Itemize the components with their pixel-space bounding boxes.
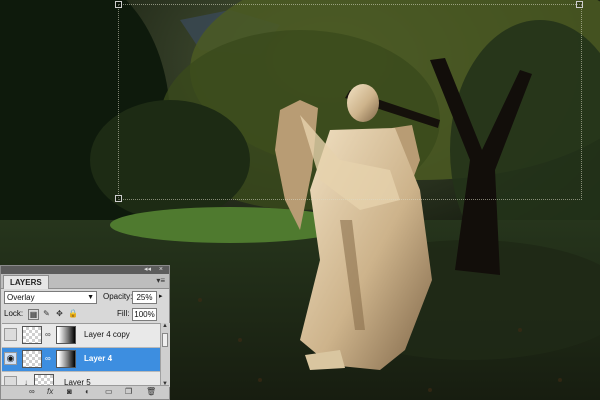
layer-mask-thumbnail[interactable] bbox=[56, 350, 76, 368]
close-icon[interactable]: × bbox=[159, 266, 163, 274]
fill-label: Fill: bbox=[117, 309, 130, 318]
transform-handle[interactable] bbox=[576, 1, 583, 8]
lock-image-pixels-icon[interactable]: ✎ bbox=[42, 309, 51, 318]
blend-mode-value: Overlay bbox=[7, 293, 35, 302]
layer-row[interactable]: ∞ Layer 4 copy bbox=[2, 324, 160, 348]
layer-style-icon[interactable]: fx bbox=[47, 387, 53, 396]
layer-mask-thumbnail[interactable] bbox=[56, 326, 76, 344]
layer-thumbnail[interactable] bbox=[22, 350, 42, 368]
lock-all-icon[interactable]: 🔒 bbox=[68, 309, 78, 318]
panel-title-bar[interactable]: ◂◂ × bbox=[1, 266, 169, 274]
layers-bottom-toolbar: ∞ fx ◙ ◐ ▭ ❐ 🗑 bbox=[1, 385, 169, 399]
layers-panel: ◂◂ × LAYERS ▾≡ Overlay ▼ Opacity: 25% ▸ … bbox=[0, 265, 170, 400]
layer-name[interactable]: Layer 4 bbox=[84, 354, 112, 363]
lock-position-icon[interactable]: ✥ bbox=[55, 309, 64, 318]
fill-field[interactable]: 100% bbox=[132, 308, 157, 321]
link-layers-icon[interactable]: ∞ bbox=[29, 387, 35, 396]
layers-list: ∞ Layer 4 copy ◉ ∞ Layer 4 ↓ Layer 5 bbox=[2, 323, 160, 388]
tab-layers[interactable]: LAYERS bbox=[3, 275, 49, 289]
scroll-up-icon[interactable]: ▲ bbox=[162, 323, 168, 329]
eye-icon[interactable]: ◉ bbox=[4, 352, 17, 365]
opacity-slider-arrow-icon[interactable]: ▸ bbox=[159, 292, 163, 300]
transform-handle[interactable] bbox=[115, 195, 122, 202]
opacity-field[interactable]: 25% bbox=[132, 291, 157, 304]
transform-handle[interactable] bbox=[115, 1, 122, 8]
visibility-toggle[interactable] bbox=[4, 328, 17, 341]
link-icon[interactable]: ∞ bbox=[45, 354, 51, 363]
layer-row-selected[interactable]: ◉ ∞ Layer 4 bbox=[2, 348, 160, 372]
blend-mode-select[interactable]: Overlay ▼ bbox=[4, 291, 97, 304]
delete-layer-icon[interactable]: 🗑 bbox=[146, 387, 156, 396]
new-group-icon[interactable]: ▭ bbox=[105, 387, 113, 396]
new-layer-icon[interactable]: ❐ bbox=[125, 387, 132, 396]
scrollbar-thumb[interactable] bbox=[162, 333, 168, 347]
layer-thumbnail[interactable] bbox=[22, 326, 42, 344]
lock-transparency-icon[interactable]: ▦ bbox=[28, 309, 39, 320]
opacity-label: Opacity: bbox=[103, 292, 133, 301]
layers-scrollbar[interactable]: ▲ ▼ bbox=[160, 323, 170, 387]
lock-label: Lock: bbox=[4, 309, 24, 318]
layer-name[interactable]: Layer 4 copy bbox=[84, 330, 130, 339]
panel-tab-bar: LAYERS ▾≡ bbox=[1, 274, 169, 289]
collapse-icon[interactable]: ◂◂ bbox=[144, 266, 151, 274]
add-mask-icon[interactable]: ◙ bbox=[67, 387, 72, 396]
link-icon[interactable]: ∞ bbox=[45, 330, 51, 339]
chevron-down-icon: ▼ bbox=[87, 294, 94, 301]
panel-menu-icon[interactable]: ▾≡ bbox=[156, 276, 165, 285]
adjustment-layer-icon[interactable]: ◐ bbox=[85, 387, 90, 396]
